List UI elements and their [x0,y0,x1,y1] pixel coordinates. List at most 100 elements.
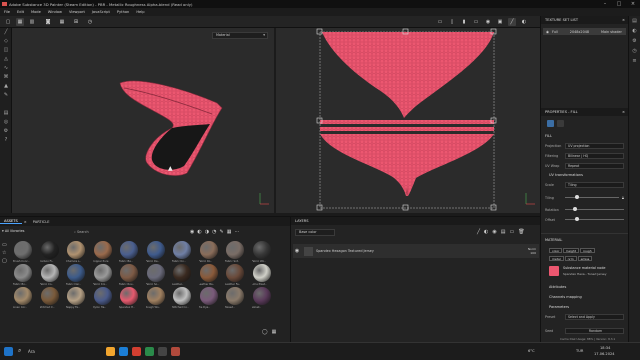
grid-view-icon[interactable]: ▦ [272,329,277,335]
log-icon[interactable]: ≡ [629,56,640,66]
asset-thumbnail[interactable] [226,264,244,282]
asset-thumbnail[interactable] [146,264,165,282]
asset-thumbnail[interactable] [199,241,218,259]
view-icon-2[interactable]: ▯ [448,18,456,26]
tab-particle[interactable]: PARTICLE [29,220,54,224]
filter-materials-icon[interactable]: ◉ [190,229,194,235]
seed-random-button[interactable]: Random [565,327,624,334]
filter-alpha-icon[interactable]: ✎ [220,229,224,235]
asset-thumbnail[interactable] [40,241,59,259]
fill-mode-icon[interactable] [547,120,554,127]
tiling-slider[interactable] [565,195,619,199]
asset-thumbnail[interactable] [226,241,244,259]
asset-thumbnail[interactable] [252,241,271,259]
filter-grid-icon[interactable]: ▦ [227,229,232,235]
attributes-section[interactable]: Attributes [549,285,566,289]
grid-icon[interactable]: ⊞ [72,18,80,26]
search-input[interactable]: ⌕ Search [74,229,184,236]
substance-painter-taskbar-icon[interactable] [171,347,180,356]
export-icon[interactable]: ◎ [0,118,12,127]
camera-icon[interactable]: ◙ [44,18,52,26]
menu-javascript[interactable]: JavaScript [92,10,110,14]
uv-transformations-title[interactable]: UV transformations [549,173,583,177]
all-libraries-dropdown[interactable]: ▾ All libraries [2,229,52,233]
menu-file[interactable]: File [4,10,10,14]
close-icon[interactable]: × [622,16,625,24]
undo-icon[interactable]: ▢ [4,18,12,26]
layer-channel-dropdown[interactable]: Base color [295,229,335,236]
add-effect-icon[interactable]: ╱ [477,229,480,235]
menu-viewport[interactable]: Viewport [69,10,85,14]
brush-settings-icon[interactable]: ╱ [508,18,516,26]
preset-dropdown[interactable]: Select and Apply [565,313,624,320]
parameters-section[interactable]: Parameters [549,305,569,309]
asset-thumbnail[interactable] [67,264,85,282]
view-icon-1[interactable]: ▭ [436,18,444,26]
menu-help[interactable]: Help [136,10,144,14]
asset-thumbnail[interactable] [120,287,138,305]
chrome-icon[interactable] [132,347,141,356]
offset-slider[interactable] [565,217,624,221]
asset-thumbnail[interactable] [252,264,271,282]
add-folder-icon[interactable]: ▭ [510,229,515,235]
edge-icon[interactable] [119,347,128,356]
asset-thumbnail[interactable] [173,264,191,282]
tiling-slider-handle[interactable] [575,195,579,199]
tab-assets[interactable]: ASSETS [0,219,22,224]
layer-opacity[interactable]: 100 [530,251,536,255]
offset-slider-handle[interactable] [575,217,579,221]
asset-thumbnail[interactable] [173,241,191,259]
picker-icon[interactable]: ✎ [0,91,12,100]
display-settings-icon[interactable]: ◐ [629,26,640,36]
menu-edit[interactable]: Edit [17,10,24,14]
asset-thumbnail[interactable] [40,287,59,305]
screenshot-icon[interactable]: ◉ [484,18,492,26]
menu-window[interactable]: Window [48,10,62,14]
texture-set-row[interactable]: ◉ Full 2048x2048 Main shader [543,28,626,35]
layout-single-icon[interactable]: ▦ [16,18,24,26]
layer-row[interactable]: ◉ Spandex Hexagon Textured Jersey Norm 10… [293,244,539,258]
material-mode-dropdown[interactable]: Material ▾ [212,32,268,39]
lock-icon[interactable]: 🔒︎ [622,195,624,200]
history-icon[interactable]: ◷ [86,18,94,26]
channel-height-chip[interactable]: height [563,248,579,253]
rotation-slider-handle[interactable] [573,207,577,211]
channel-rough-chip[interactable]: rough [579,248,595,253]
asset-thumbnail[interactable] [14,287,32,305]
start-icon[interactable] [4,347,13,356]
filter-smart-icon[interactable]: ◐ [197,229,201,235]
delete-layer-icon[interactable]: 🗑︎ [518,229,524,235]
asset-thumbnail[interactable] [93,241,112,259]
visibility-icon[interactable]: ◉ [293,248,301,254]
file-explorer-icon[interactable] [106,347,115,356]
mask-icon[interactable] [557,120,564,127]
channel-color-chip[interactable]: color [549,248,563,253]
channel-metal-chip[interactable]: metal [549,256,564,261]
menu-mode[interactable]: Mode [31,10,41,14]
language[interactable]: TUR [576,349,583,353]
material-thumbnail[interactable] [549,266,559,276]
asset-thumbnail[interactable] [146,287,165,305]
asset-thumbnail[interactable] [226,287,244,305]
channel-emiss-chip[interactable]: emiss [577,256,593,261]
texture-set-visibility-icon[interactable]: ◉ [546,30,549,34]
channel-nrm-chip[interactable]: nrm [564,256,577,261]
shader-settings-icon[interactable]: ⚙ [629,36,640,46]
close-icon[interactable]: × [622,108,625,116]
channels-mapping-section[interactable]: Channels mapping [549,295,582,299]
menu-python[interactable]: Python [117,10,129,14]
help-icon[interactable]: ? [0,136,12,145]
asset-thumbnail[interactable] [120,241,138,259]
filter-textures-icon[interactable]: ◑ [205,229,209,235]
asset-thumbnail[interactable] [93,264,112,282]
add-mask-icon[interactable]: ◐ [484,229,488,235]
uv-wrap-dropdown[interactable]: Repeat [565,162,624,169]
close-icon[interactable]: × [626,0,640,8]
filtering-dropdown[interactable]: Bilinear | HQ [565,152,624,159]
add-fill-icon[interactable]: ◉ [492,229,496,235]
rotation-slider[interactable] [565,207,624,211]
clock-time[interactable]: 18:34 [600,346,610,350]
asset-thumbnail[interactable] [67,241,85,259]
taskbar-search[interactable]: Ara [28,349,35,354]
minimize-icon[interactable]: – [598,0,612,8]
